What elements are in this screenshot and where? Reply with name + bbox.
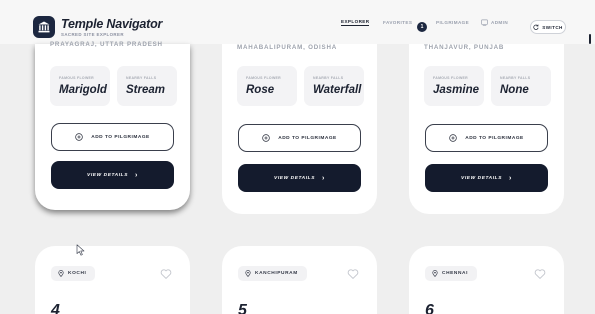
mouse-cursor-icon bbox=[76, 244, 85, 256]
city-badge: KOCHI bbox=[51, 266, 96, 281]
nearby-falls-value: Stream bbox=[126, 84, 165, 96]
view-details-button[interactable]: VIEW DETAILS › bbox=[425, 164, 548, 192]
temple-card: MAHABALIPURAM, ODISHA FAMOUS FLOWER Rose… bbox=[222, 44, 377, 214]
app-title: Temple Navigator bbox=[61, 17, 163, 31]
add-to-pilgrimage-label: ADD TO PILGRIMAGE bbox=[465, 135, 524, 141]
admin-icon bbox=[481, 19, 488, 26]
nearby-falls-box: NEARBY FALLS Stream bbox=[117, 66, 177, 106]
add-circle-icon bbox=[262, 134, 270, 142]
temple-location: MAHABALIPURAM, ODISHA bbox=[237, 44, 337, 51]
add-to-pilgrimage-button[interactable]: ADD TO PILGRIMAGE bbox=[51, 123, 174, 151]
nav-favorites[interactable]: FAVORITES bbox=[383, 0, 412, 44]
temple-card: CHENNAI 6 bbox=[409, 246, 564, 314]
add-to-pilgrimage-label: ADD TO PILGRIMAGE bbox=[91, 134, 150, 140]
city-label: KOCHI bbox=[68, 271, 87, 276]
chevron-right-icon: › bbox=[135, 171, 138, 179]
famous-flower-label: FAMOUS FLOWER bbox=[246, 76, 282, 80]
famous-flower-label: FAMOUS FLOWER bbox=[433, 76, 469, 80]
famous-flower-value: Marigold bbox=[59, 84, 107, 96]
nearby-falls-value: Waterfall bbox=[313, 84, 362, 96]
temple-card: PRAYAGRAJ, UTTAR PRADESH FAMOUS FLOWER M… bbox=[35, 41, 190, 210]
famous-flower-label: FAMOUS FLOWER bbox=[59, 76, 95, 80]
add-circle-icon bbox=[75, 133, 83, 141]
nearby-falls-box: NEARBY FALLS None bbox=[491, 66, 551, 106]
favorites-count-badge: 1 bbox=[417, 22, 427, 32]
view-details-label: VIEW DETAILS bbox=[274, 175, 316, 181]
card-number: 4 bbox=[51, 302, 60, 314]
nav-pilgrimage[interactable]: PILGRIMAGE bbox=[436, 0, 469, 44]
nav-admin[interactable]: ADMIN bbox=[481, 0, 508, 44]
view-details-button[interactable]: VIEW DETAILS › bbox=[238, 164, 361, 192]
temple-location: PRAYAGRAJ, UTTAR PRADESH bbox=[50, 41, 163, 48]
heart-icon[interactable] bbox=[347, 268, 359, 280]
city-label: KANCHIPURAM bbox=[255, 271, 298, 276]
switch-label: SWITCH bbox=[542, 24, 563, 30]
nav-explorer[interactable]: EXPLORER bbox=[341, 0, 370, 44]
add-circle-icon bbox=[449, 134, 457, 142]
chevron-right-icon: › bbox=[509, 174, 512, 182]
card-number: 5 bbox=[238, 302, 247, 314]
add-to-pilgrimage-button[interactable]: ADD TO PILGRIMAGE bbox=[238, 124, 361, 152]
nearby-falls-box: NEARBY FALLS Waterfall bbox=[304, 66, 364, 106]
famous-flower-box: FAMOUS FLOWER Rose bbox=[237, 66, 297, 106]
heart-icon[interactable] bbox=[534, 268, 546, 280]
temple-location: THANJAVUR, PUNJAB bbox=[424, 44, 505, 51]
famous-flower-value: Rose bbox=[246, 84, 275, 96]
view-details-label: VIEW DETAILS bbox=[461, 175, 503, 181]
nearby-falls-value: None bbox=[500, 84, 529, 96]
city-badge: CHENNAI bbox=[425, 266, 478, 281]
nav-explorer-label: EXPLORER bbox=[341, 18, 370, 26]
city-badge: KANCHIPURAM bbox=[238, 266, 307, 281]
famous-flower-box: FAMOUS FLOWER Jasmine bbox=[424, 66, 484, 106]
nav-admin-label: ADMIN bbox=[491, 19, 509, 25]
temple-logo-icon[interactable] bbox=[33, 16, 55, 38]
famous-flower-box: FAMOUS FLOWER Marigold bbox=[50, 66, 110, 106]
location-pin-icon bbox=[58, 270, 64, 277]
nav-favorites-label: FAVORITES bbox=[383, 19, 413, 25]
app-subtitle: SACRED SITE EXPLORER bbox=[61, 32, 124, 37]
temple-card: KOCHI 4 bbox=[35, 246, 190, 314]
heart-icon[interactable] bbox=[160, 268, 172, 280]
city-label: CHENNAI bbox=[442, 271, 469, 276]
switch-button[interactable]: SWITCH bbox=[530, 20, 566, 34]
nav-pilgrimage-label: PILGRIMAGE bbox=[436, 19, 470, 25]
view-details-label: VIEW DETAILS bbox=[87, 172, 129, 178]
card-number: 6 bbox=[425, 302, 434, 314]
temple-card: THANJAVUR, PUNJAB FAMOUS FLOWER Jasmine … bbox=[409, 44, 564, 214]
location-pin-icon bbox=[432, 270, 438, 277]
nearby-falls-label: NEARBY FALLS bbox=[500, 76, 531, 80]
temple-card: KANCHIPURAM 5 bbox=[222, 246, 377, 314]
view-details-button[interactable]: VIEW DETAILS › bbox=[51, 161, 174, 189]
add-to-pilgrimage-button[interactable]: ADD TO PILGRIMAGE bbox=[425, 124, 548, 152]
scrollbar[interactable] bbox=[589, 34, 591, 44]
add-to-pilgrimage-label: ADD TO PILGRIMAGE bbox=[278, 135, 337, 141]
nearby-falls-label: NEARBY FALLS bbox=[313, 76, 344, 80]
chevron-right-icon: › bbox=[322, 174, 325, 182]
famous-flower-value: Jasmine bbox=[433, 84, 480, 96]
nearby-falls-label: NEARBY FALLS bbox=[126, 76, 157, 80]
switch-icon bbox=[533, 24, 539, 30]
location-pin-icon bbox=[245, 270, 251, 277]
